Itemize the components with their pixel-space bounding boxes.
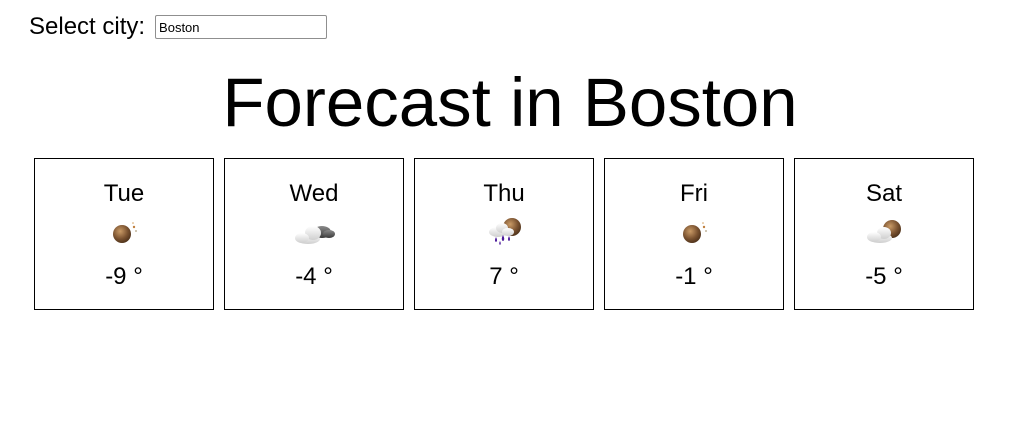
- forecast-day: Fri: [680, 180, 708, 207]
- forecast-card-wed: Wed -4 °: [224, 158, 404, 310]
- clear-night-icon: [96, 213, 152, 249]
- forecast-day: Thu: [483, 180, 525, 207]
- forecast-card-fri: Fri -1 °: [604, 158, 784, 310]
- forecast-temp: -9 °: [105, 263, 143, 290]
- city-input[interactable]: [155, 15, 328, 39]
- clear-night-icon: [666, 213, 722, 249]
- forecast-temp: -4 °: [295, 263, 333, 290]
- forecast-list: Tue -9 ° Wed -4 ° Thu 7 ° Fri -1 ° Sat -…: [34, 158, 974, 310]
- forecast-card-thu: Thu 7 °: [414, 158, 594, 310]
- city-selector-label: Select city:: [29, 13, 146, 40]
- forecast-temp: -1 °: [675, 263, 713, 290]
- rain-night-icon: [476, 213, 532, 249]
- forecast-card-tue: Tue -9 °: [34, 158, 214, 310]
- forecast-temp: -5 °: [865, 263, 903, 290]
- forecast-day: Wed: [289, 180, 339, 207]
- cloud-moon-icon: [286, 213, 342, 249]
- forecast-day: Tue: [103, 180, 145, 207]
- city-selector: Select city:: [29, 13, 328, 41]
- forecast-temp: 7 °: [489, 263, 519, 290]
- forecast-card-sat: Sat -5 °: [794, 158, 974, 310]
- forecast-day: Sat: [865, 180, 903, 207]
- page-title: Forecast in Boston: [222, 64, 798, 141]
- partly-cloudy-night-icon: [856, 213, 912, 249]
